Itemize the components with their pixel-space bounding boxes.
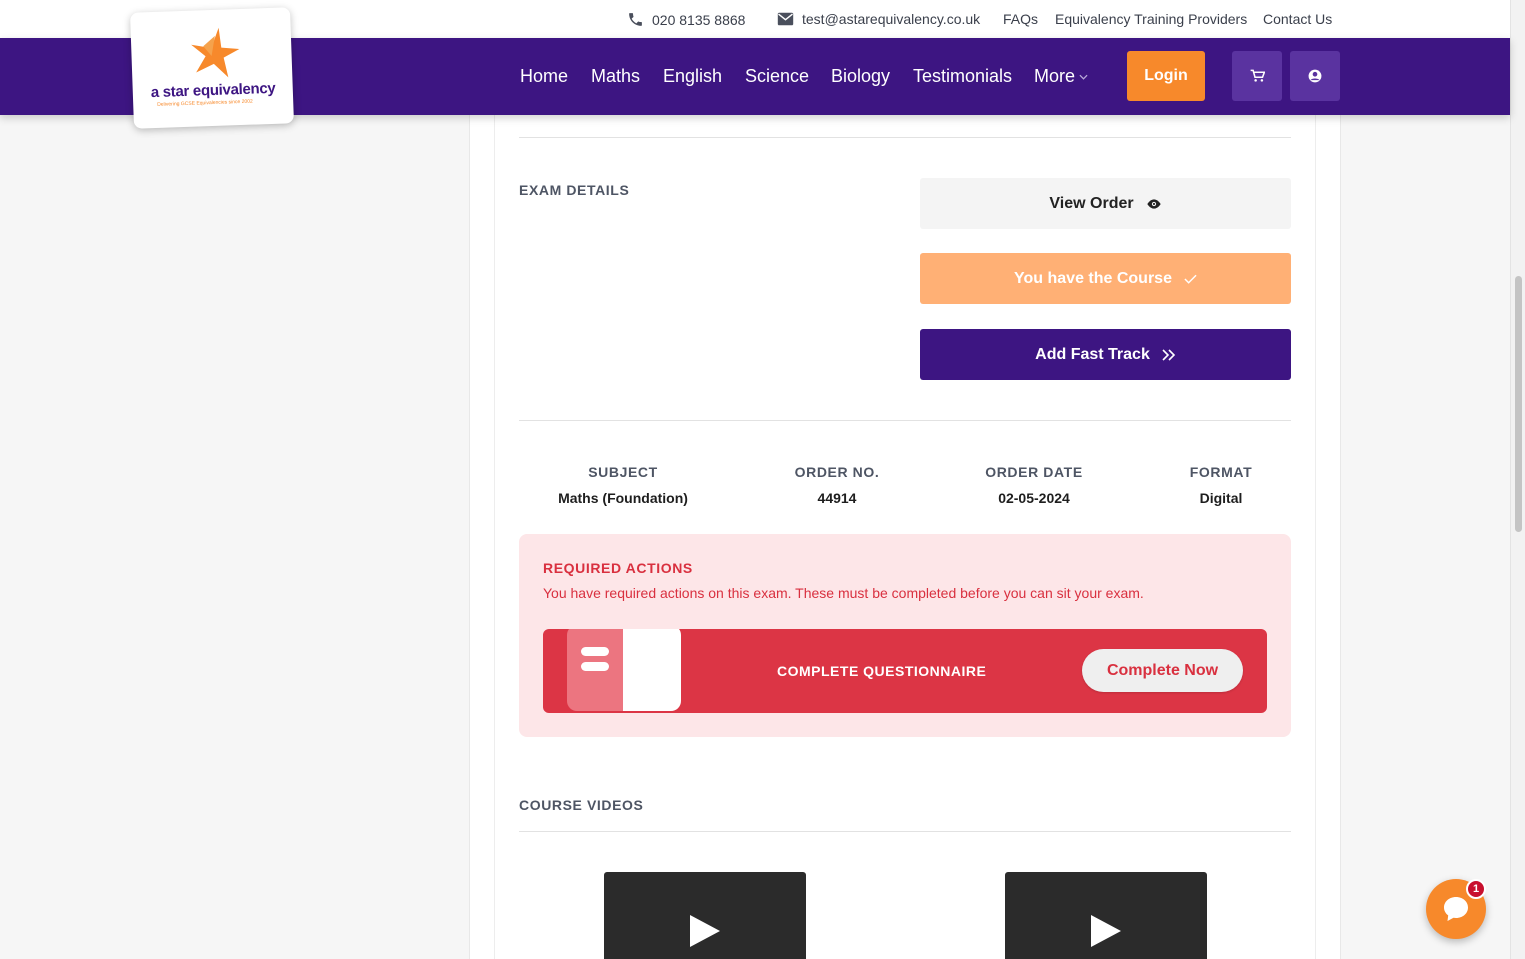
play-icon xyxy=(1091,915,1121,947)
view-order-button[interactable]: View Order xyxy=(920,178,1291,229)
nav-more[interactable]: More xyxy=(1034,66,1088,87)
divider xyxy=(519,137,1291,138)
view-order-label: View Order xyxy=(1049,194,1134,212)
subject-detail: SUBJECT Maths (Foundation) xyxy=(538,464,708,506)
order-date-detail: ORDER DATE 02-05-2024 xyxy=(969,464,1099,506)
complete-now-button[interactable]: Complete Now xyxy=(1082,649,1243,692)
order-date-label: ORDER DATE xyxy=(985,464,1083,480)
nav-english[interactable]: English xyxy=(663,66,722,87)
chat-notification-badge: 1 xyxy=(1466,879,1486,899)
subject-value: Maths (Foundation) xyxy=(558,490,688,506)
course-videos-heading: COURSE VIDEOS xyxy=(519,797,644,813)
scrollbar-thumb[interactable] xyxy=(1515,276,1522,532)
nav-more-label: More xyxy=(1034,66,1076,86)
divider xyxy=(519,420,1291,421)
divider xyxy=(519,831,1291,832)
have-course-button[interactable]: You have the Course xyxy=(920,253,1291,304)
have-course-label: You have the Course xyxy=(1014,269,1172,287)
double-chevron-right-icon xyxy=(1162,348,1175,361)
nav-maths[interactable]: Maths xyxy=(591,66,640,87)
order-number-detail: ORDER NO. 44914 xyxy=(772,464,902,506)
email-link[interactable]: test@astarequivalency.co.uk xyxy=(777,11,980,27)
phone-link[interactable]: 020 8135 8868 xyxy=(627,11,745,28)
page-scrollbar[interactable] xyxy=(1510,0,1525,959)
check-icon xyxy=(1184,274,1197,284)
cart-button[interactable] xyxy=(1232,51,1282,101)
order-number-label: ORDER NO. xyxy=(794,464,880,480)
course-video-thumbnail[interactable] xyxy=(1005,872,1207,959)
chat-bubble-icon xyxy=(1444,897,1468,921)
format-detail: FORMAT Digital xyxy=(1171,464,1271,506)
order-date-value: 02-05-2024 xyxy=(998,490,1070,506)
email-address: test@astarequivalency.co.uk xyxy=(802,11,981,27)
star-logo-icon xyxy=(191,27,240,78)
format-label: FORMAT xyxy=(1189,464,1253,480)
training-providers-link[interactable]: Equivalency Training Providers xyxy=(1055,11,1247,27)
logo-wordmark: a star equivalency xyxy=(150,79,276,102)
required-actions-panel: REQUIRED ACTIONS You have required actio… xyxy=(519,534,1291,737)
questionnaire-task-bar: COMPLETE QUESTIONNAIRE Complete Now xyxy=(543,629,1267,713)
nav-science[interactable]: Science xyxy=(745,66,809,87)
nav-home[interactable]: Home xyxy=(520,66,568,87)
nav-biology[interactable]: Biology xyxy=(831,66,890,87)
login-button[interactable]: Login xyxy=(1127,51,1205,101)
eye-icon xyxy=(1146,198,1161,209)
chevron-down-icon xyxy=(1079,74,1088,80)
subject-label: SUBJECT xyxy=(588,464,658,480)
nav-testimonials[interactable]: Testimonials xyxy=(913,66,1012,87)
account-button[interactable] xyxy=(1290,51,1340,101)
add-fast-track-button[interactable]: Add Fast Track xyxy=(920,329,1291,380)
order-number-value: 44914 xyxy=(817,490,857,506)
contact-us-link[interactable]: Contact Us xyxy=(1263,11,1332,27)
required-actions-title: REQUIRED ACTIONS xyxy=(543,560,693,576)
cart-icon xyxy=(1250,69,1265,82)
course-video-thumbnail[interactable] xyxy=(604,872,806,959)
play-icon xyxy=(690,915,720,947)
envelope-icon xyxy=(777,12,794,26)
format-value: Digital xyxy=(1199,490,1243,506)
phone-icon xyxy=(629,13,642,26)
user-circle-icon xyxy=(1308,69,1322,83)
phone-number: 020 8135 8868 xyxy=(652,11,746,28)
faqs-link[interactable]: FAQs xyxy=(1003,11,1038,27)
required-actions-description: You have required actions on this exam. … xyxy=(543,585,1144,601)
exam-details-heading: EXAM DETAILS xyxy=(519,182,630,198)
questionnaire-document-icon xyxy=(567,629,681,711)
questionnaire-task-label: COMPLETE QUESTIONNAIRE xyxy=(777,663,987,679)
fast-track-label: Add Fast Track xyxy=(1035,345,1150,363)
site-logo[interactable]: a star equivalency Delivering GCSE Equiv… xyxy=(130,7,294,129)
